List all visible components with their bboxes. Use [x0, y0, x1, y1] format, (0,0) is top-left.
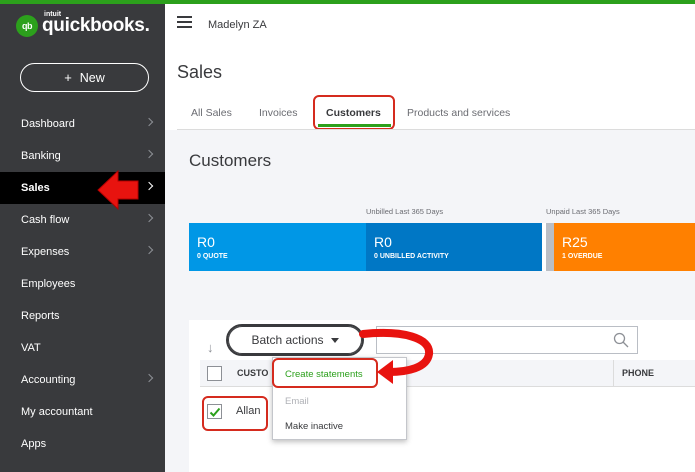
sidebar-item-label: Dashboard — [21, 118, 75, 130]
unbilled-activity-tile[interactable]: R0 0 UNBILLED ACTIVITY — [366, 223, 542, 271]
chevron-right-icon — [144, 245, 154, 255]
overdue-amount: R25 — [562, 234, 588, 250]
curved-red-arrow-icon — [359, 329, 433, 384]
sidebar-item-label: Expenses — [21, 246, 70, 258]
menu-item-make-inactive[interactable]: Make inactive — [285, 421, 343, 432]
company-name: Madelyn ZA — [208, 19, 267, 31]
sidebar-item-label: Banking — [21, 150, 61, 162]
sidebar-item-label: Employees — [21, 278, 76, 290]
red-pointer-arrow-icon — [97, 169, 139, 211]
unbilled-caption: Unbilled Last 365 Days — [366, 207, 444, 216]
unbilled-amount: R0 — [374, 234, 392, 250]
sidebar-item-employees[interactable]: Employees — [0, 268, 165, 300]
search-icon[interactable] — [613, 332, 629, 348]
select-all-checkbox[interactable] — [207, 366, 222, 381]
chevron-right-icon — [144, 373, 154, 383]
row-highlight-box — [202, 396, 268, 431]
sidebar-item-banking[interactable]: Banking — [0, 140, 165, 172]
sidebar-item-sales[interactable]: Sales — [0, 172, 165, 204]
sidebar-item-label: Sales — [21, 182, 50, 194]
sidebar-item-accounting[interactable]: Accounting — [0, 364, 165, 396]
column-header-customer[interactable]: CUSTO — [237, 368, 268, 378]
quickbooks-logo[interactable]: qb intuit quickbooks. — [16, 11, 150, 37]
tab-invoices[interactable]: Invoices — [259, 107, 298, 119]
chevron-right-icon — [144, 149, 154, 159]
sidebar-item-expenses[interactable]: Expenses — [0, 236, 165, 268]
menu-item-email: Email — [285, 396, 309, 407]
page-title: Sales — [177, 62, 223, 82]
sidebar-item-label: Cash flow — [21, 214, 70, 226]
chevron-right-icon — [144, 181, 154, 191]
logo-wordmark: intuit quickbooks. — [42, 11, 150, 37]
not-due-tile[interactable] — [546, 223, 554, 271]
column-header-phone[interactable]: PHONE — [622, 368, 654, 378]
tab-all-sales[interactable]: All Sales — [191, 107, 232, 119]
sidebar-item-label: Apps — [21, 438, 47, 450]
quickbooks-label: quickbooks. — [42, 15, 150, 36]
column-divider — [613, 360, 614, 387]
sidebar-item-my-accountant[interactable]: My accountant — [0, 396, 165, 428]
chevron-right-icon — [144, 117, 154, 127]
new-button[interactable]: + New — [20, 63, 149, 92]
sidebar-item-cash-flow[interactable]: Cash flow — [0, 204, 165, 236]
qb-logo-icon: qb — [16, 15, 38, 37]
sidebar-item-apps[interactable]: Apps — [0, 428, 165, 460]
plus-icon: + — [64, 70, 72, 85]
intuit-label: intuit — [44, 11, 62, 18]
sort-arrow-icon[interactable]: ↓ — [207, 340, 214, 355]
overdue-tile[interactable]: R25 1 OVERDUE — [554, 223, 695, 271]
batch-button-focus-ring — [226, 324, 364, 356]
sidebar-item-reports[interactable]: Reports — [0, 300, 165, 332]
unbilled-label: 0 UNBILLED ACTIVITY — [374, 253, 449, 260]
tab-highlight-box — [313, 95, 395, 130]
sidebar-item-label: VAT — [21, 342, 41, 354]
sidebar-item-label: My accountant — [21, 406, 93, 418]
sidebar-item-vat[interactable]: VAT — [0, 332, 165, 364]
new-button-label: New — [79, 70, 105, 85]
quote-amount: R0 — [197, 234, 215, 250]
sidebar-item-dashboard[interactable]: Dashboard — [0, 108, 165, 140]
quote-tile[interactable]: R0 0 QUOTE — [189, 223, 366, 271]
hamburger-icon[interactable] — [177, 16, 192, 31]
overdue-label: 1 OVERDUE — [562, 253, 603, 260]
quote-label: 0 QUOTE — [197, 253, 228, 260]
left-nav-sidebar: qb intuit quickbooks. + New Dashboard Ba… — [0, 0, 165, 472]
chevron-right-icon — [144, 213, 154, 223]
sidebar-item-label: Reports — [21, 310, 60, 322]
tab-products-and-services[interactable]: Products and services — [407, 107, 510, 119]
customers-title: Customers — [189, 151, 272, 170]
sidebar-item-label: Accounting — [21, 374, 76, 386]
unpaid-caption: Unpaid Last 365 Days — [546, 207, 620, 216]
top-accent-bar — [0, 0, 695, 4]
